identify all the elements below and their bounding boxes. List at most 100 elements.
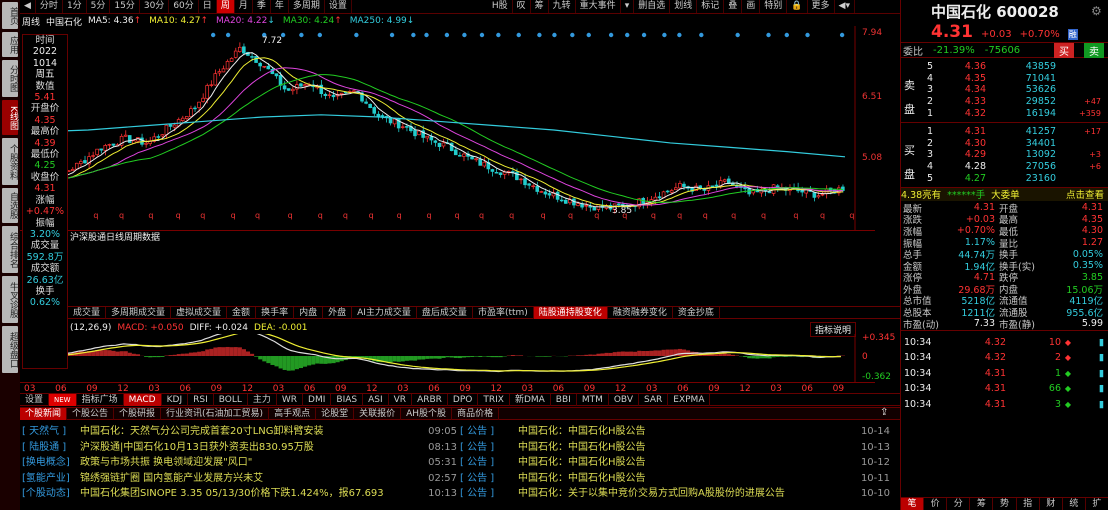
news-title[interactable]: 政策与市场共振 换电领域迎发展"风口" xyxy=(80,455,427,471)
indicator-tab[interactable]: DPO xyxy=(448,393,479,406)
period-tab[interactable]: 分时 xyxy=(36,0,63,13)
period-tab[interactable]: 15分 xyxy=(110,0,140,13)
news-tag[interactable]: [ 公告 ] xyxy=(460,424,518,440)
toolbar-button[interactable]: 特别 xyxy=(760,0,788,13)
news-title[interactable]: 中国石化：天然气分公司完成首套20寸LNG卸料臂安装 xyxy=(80,424,427,440)
news-item[interactable]: [换电概念] 政策与市场共振 换电领域迎发展"风口" 05:31 xyxy=(22,455,457,471)
news-item[interactable]: [ 公告 ] 中国石化：关于以集中竞价交易方式回购A股股份的进展公告 10-10 xyxy=(460,486,890,502)
indicator-tab[interactable]: SAR xyxy=(639,393,669,406)
news-tag[interactable]: [ 公告 ] xyxy=(460,471,518,487)
news-tab[interactable]: 个股研报 xyxy=(114,407,162,420)
left-tab-4[interactable]: 个股资料 xyxy=(2,138,18,185)
volume-tab[interactable]: 内盘 xyxy=(294,306,324,319)
indicator-tab[interactable]: ASI xyxy=(363,393,389,406)
quote-tab[interactable]: 价 xyxy=(924,498,948,510)
news-tag[interactable]: [ 公告 ] xyxy=(460,455,518,471)
volume-tab[interactable]: 虚拟成交量 xyxy=(171,306,228,319)
volume-tab[interactable]: 金额 xyxy=(227,306,257,319)
toolbar-button[interactable]: 删自选 xyxy=(634,0,671,13)
quote-tab[interactable]: 势 xyxy=(993,498,1017,510)
news-item[interactable]: [ 公告 ] 中国石化：中国石化H股公告 10-13 xyxy=(460,440,890,456)
news-item[interactable]: [ 陆股通 ] 沪深股通|中国石化10月13日获外资卖出830.95万股 08:13 xyxy=(22,440,457,456)
indicator-tab[interactable]: 设置 xyxy=(20,393,50,406)
upload-icon[interactable]: ⇪ xyxy=(880,407,888,418)
indicator-tab[interactable]: BOLL xyxy=(214,393,248,406)
news-tag[interactable]: [氢能产业] xyxy=(22,471,80,487)
period-tab[interactable]: 年 xyxy=(271,0,289,13)
left-tab-5[interactable]: 自选股 xyxy=(2,188,18,223)
news-item[interactable]: [个股动态] 中国石化集团SINOPE 3.35 05/13/30价格下跌1.42… xyxy=(22,486,457,502)
toolbar-button[interactable]: 九转 xyxy=(549,0,576,13)
indicator-tab[interactable]: MTM xyxy=(577,393,609,406)
toolbar-button[interactable]: 🔒 xyxy=(787,0,808,13)
indicator-tab[interactable]: 主力 xyxy=(248,393,277,406)
period-tab[interactable]: 日 xyxy=(199,0,217,13)
big-order-view-link[interactable]: 点击查看 xyxy=(1066,187,1104,201)
period-tab[interactable]: 月 xyxy=(235,0,253,13)
news-title[interactable]: 中国石化：中国石化H股公告 xyxy=(518,455,860,471)
indicator-tab[interactable]: KDJ xyxy=(162,393,189,406)
news-item[interactable]: [ 公告 ] 中国石化：中国石化H股公告 10-14 xyxy=(460,424,890,440)
left-tab-1[interactable]: 应用 xyxy=(2,32,18,57)
quote-tab[interactable]: 笔 xyxy=(901,498,925,510)
news-item[interactable]: [ 公告 ] 中国石化：中国石化H股公告 10-11 xyxy=(460,471,890,487)
left-tab-3[interactable]: K线图 xyxy=(2,100,18,135)
news-tab[interactable]: 个股新闻 xyxy=(20,407,68,420)
indicator-tab[interactable]: BBI xyxy=(551,393,577,406)
volume-tab[interactable]: AI主力成交量 xyxy=(352,306,417,319)
toolbar-button[interactable]: ◀▾ xyxy=(835,0,855,13)
left-tab-6[interactable]: 综合排名 xyxy=(2,226,18,273)
news-tab[interactable]: AH股个股 xyxy=(401,407,453,420)
toolbar-button[interactable]: ▾ xyxy=(621,0,635,13)
toolbar-button[interactable]: 标记 xyxy=(697,0,725,13)
indicator-tab[interactable]: DMI xyxy=(303,393,332,406)
gear-icon[interactable]: ⚙ xyxy=(1091,4,1102,18)
volume-tab[interactable]: 换手率 xyxy=(256,306,295,319)
sell-button[interactable]: 卖 xyxy=(1084,42,1104,58)
news-tab[interactable]: 商品价格 xyxy=(452,407,500,420)
news-title[interactable]: 锦绣强链扩圈 国内氢能产业发展方兴未艾 xyxy=(80,471,427,487)
buy-button[interactable]: 买 xyxy=(1054,42,1074,58)
indicator-tab[interactable]: NEW xyxy=(49,393,77,406)
news-tab[interactable]: 关联报价 xyxy=(354,407,402,420)
toolbar-button[interactable]: 叹 xyxy=(513,0,531,13)
left-tab-0[interactable]: 首页 xyxy=(2,2,18,29)
indicator-tab[interactable]: 新DMA xyxy=(510,393,551,406)
toolbar-button[interactable]: 更多 xyxy=(808,0,835,13)
news-item[interactable]: [ 公告 ] 中国石化：中国石化H股公告 10-12 xyxy=(460,455,890,471)
quote-tab[interactable]: 扩 xyxy=(1086,498,1108,510)
big-order-bar[interactable]: 4.38亮有 ******手 大委单 点击查看 xyxy=(901,187,1108,201)
indicator-tab[interactable]: MACD xyxy=(123,393,162,406)
news-title[interactable]: 中国石化：中国石化H股公告 xyxy=(518,440,860,456)
news-tab[interactable]: 个股公告 xyxy=(67,407,115,420)
news-tag[interactable]: [ 公告 ] xyxy=(460,486,518,502)
news-tag[interactable]: [ 陆股通 ] xyxy=(22,440,80,456)
indicator-tab[interactable]: BIAS xyxy=(331,393,364,406)
period-tab[interactable]: 多周期 xyxy=(289,0,325,13)
period-tab[interactable]: 1分 xyxy=(63,0,87,13)
indicator-tab[interactable]: 指标广场 xyxy=(77,393,124,406)
quote-tab[interactable]: 指 xyxy=(1017,498,1040,510)
indicator-tab[interactable]: RSI xyxy=(188,393,214,406)
news-tag[interactable]: [换电概念] xyxy=(22,455,80,471)
toolbar-button[interactable]: 重大事件 xyxy=(576,0,621,13)
news-title[interactable]: 沪深股通|中国石化10月13日获外资卖出830.95万股 xyxy=(80,440,427,456)
indicator-tab[interactable]: VR xyxy=(389,393,413,406)
volume-tab[interactable]: 陆股通持股变化 xyxy=(533,306,608,319)
volume-tab[interactable]: 资金抄底 xyxy=(673,306,720,319)
volume-tab[interactable]: 盘后成交量 xyxy=(417,306,473,319)
back-icon[interactable]: ◀ xyxy=(20,0,36,13)
news-tag[interactable]: [个股动态] xyxy=(22,486,80,502)
period-tab[interactable]: 5分 xyxy=(87,0,111,13)
left-tab-7[interactable]: 牛叉诊股 xyxy=(2,276,18,323)
volume-tab[interactable]: 外盘 xyxy=(323,306,353,319)
news-tab[interactable]: 高手观点 xyxy=(269,407,317,420)
news-tab[interactable]: 论股堂 xyxy=(316,407,355,420)
news-item[interactable]: [氢能产业] 锦绣强链扩圈 国内氢能产业发展方兴未艾 02:57 xyxy=(22,471,457,487)
indicator-tab[interactable]: ARBR xyxy=(412,393,448,406)
period-tab[interactable]: 30分 xyxy=(140,0,170,13)
quote-tab[interactable]: 分 xyxy=(947,498,971,510)
indicator-tab[interactable]: OBV xyxy=(609,393,639,406)
news-title[interactable]: 中国石化：关于以集中竞价交易方式回购A股股份的进展公告 xyxy=(518,486,860,502)
volume-tab[interactable]: 多周期成交量 xyxy=(106,306,172,319)
